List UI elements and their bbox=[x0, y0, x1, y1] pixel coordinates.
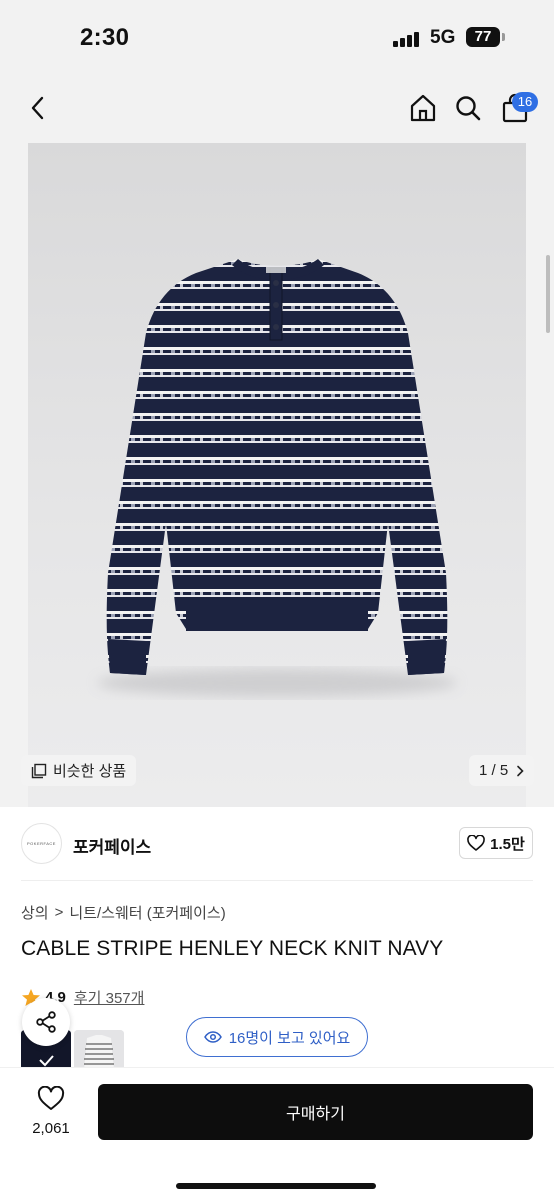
brand-logo[interactable]: POKERFACE bbox=[21, 823, 62, 864]
breadcrumb-subcategory[interactable]: 니트/스웨터 (포커페이스) bbox=[69, 902, 225, 923]
viewers-text: 16명이 보고 있어요 bbox=[228, 1029, 351, 1047]
brand-name[interactable]: 포커페이스 bbox=[73, 833, 151, 858]
search-button[interactable] bbox=[450, 90, 486, 126]
heart-icon bbox=[467, 835, 485, 851]
similar-items-icon bbox=[31, 763, 47, 778]
home-button[interactable] bbox=[405, 90, 441, 126]
viewers-badge: 16명이 보고 있어요 bbox=[186, 1017, 368, 1057]
wishlist-count: 2,061 bbox=[32, 1120, 70, 1137]
brand-like-count: 1.5만 bbox=[490, 835, 525, 853]
page-scrollbar[interactable] bbox=[546, 255, 550, 333]
cart-count-badge: 16 bbox=[512, 92, 538, 112]
wishlist-button[interactable]: 2,061 bbox=[22, 1085, 80, 1137]
home-indicator bbox=[176, 1183, 376, 1189]
gallery-pager[interactable]: 1 / 5 bbox=[469, 755, 535, 786]
chevron-right-icon bbox=[517, 765, 524, 776]
similar-products-button[interactable]: 비슷한 상품 bbox=[21, 755, 137, 786]
share-button[interactable] bbox=[22, 998, 70, 1046]
home-icon bbox=[410, 94, 436, 122]
status-time: 2:30 bbox=[80, 24, 130, 51]
signal-icon bbox=[393, 31, 423, 47]
similar-products-label: 비슷한 상품 bbox=[53, 763, 127, 780]
color-swatch-gray[interactable] bbox=[74, 1030, 124, 1070]
product-title: CABLE STRIPE HENLEY NECK KNIT NAVY bbox=[21, 937, 444, 960]
search-icon bbox=[456, 96, 481, 121]
top-nav bbox=[0, 70, 554, 143]
reviews-link[interactable]: 후기 357개 bbox=[74, 987, 145, 1008]
back-arrow-icon bbox=[31, 96, 44, 120]
network-label: 5G bbox=[430, 27, 456, 48]
breadcrumb: 상의 > 니트/스웨터 (포커페이스) bbox=[21, 902, 226, 923]
swatch-thumbnail bbox=[74, 1030, 124, 1070]
sweater-image bbox=[97, 259, 457, 697]
divider bbox=[21, 880, 533, 881]
heart-icon bbox=[37, 1085, 65, 1110]
product-photo[interactable] bbox=[28, 143, 526, 807]
battery-tip bbox=[502, 33, 505, 41]
brand-like-button[interactable]: 1.5만 bbox=[459, 827, 533, 859]
eye-icon bbox=[203, 1031, 222, 1043]
status-bar: 2:30 5G 77 bbox=[0, 0, 554, 70]
breadcrumb-separator: > bbox=[54, 904, 64, 921]
page-indicator: 1 / 5 bbox=[479, 762, 509, 779]
product-gallery[interactable] bbox=[0, 143, 554, 807]
buy-button[interactable]: 구매하기 bbox=[98, 1084, 533, 1140]
brand-logo-text: POKERFACE bbox=[27, 841, 56, 846]
battery-icon: 77 bbox=[466, 27, 500, 47]
back-button[interactable] bbox=[20, 90, 56, 126]
breadcrumb-category[interactable]: 상의 bbox=[21, 902, 49, 923]
share-icon bbox=[36, 1011, 56, 1033]
